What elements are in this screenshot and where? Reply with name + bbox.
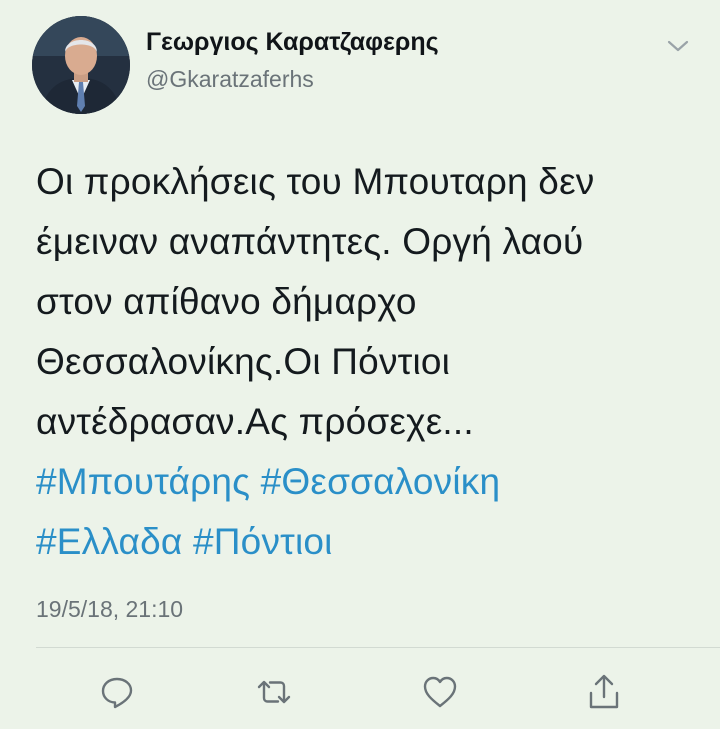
author-name[interactable]: Γεωργιος Καρατζαφερης — [146, 28, 439, 57]
tweet-text-line: στον απίθανο δήμαρχο — [36, 281, 417, 322]
divider — [36, 647, 720, 648]
like-button[interactable] — [420, 672, 460, 712]
tweet-timestamp: 19/5/18, 21:10 — [36, 596, 184, 622]
tweet-card: Γεωργιος Καρατζαφερης @Gkaratzaferhs Οι … — [0, 0, 720, 729]
hashtag-link[interactable]: #Θεσσαλονίκη — [261, 461, 501, 502]
tweet-text-line: έμειναν αναπάντητες. Οργή λαού — [36, 221, 584, 262]
hashtag-link[interactable]: #Ελλαδα — [36, 521, 182, 562]
retweet-button[interactable] — [254, 672, 294, 712]
hashtag-link[interactable]: #Πόντιοι — [193, 521, 333, 562]
share-icon — [589, 674, 619, 709]
tweet-text-line: Θεσσαλονίκης.Οι Πόντιοι — [36, 341, 451, 382]
tweet-text: Οι προκλήσεις του Μπουταρη δεν έμειναν α… — [36, 152, 696, 572]
reply-button[interactable] — [97, 672, 137, 712]
hashtag-line: #Ελλαδα #Πόντιοι — [36, 512, 696, 572]
author-handle[interactable]: @Gkaratzaferhs — [146, 66, 314, 93]
retweet-icon — [257, 680, 291, 704]
tweet-text-line: Οι προκλήσεις του Μπουταρη δεν — [36, 161, 595, 202]
reply-icon — [101, 677, 133, 709]
heart-icon — [423, 676, 457, 708]
share-button[interactable] — [584, 672, 624, 712]
hashtag-link[interactable]: #Μπουτάρης — [36, 461, 250, 502]
chevron-down-icon[interactable] — [664, 36, 692, 56]
hashtag-line: #Μπουτάρης #Θεσσαλονίκη — [36, 452, 696, 512]
tweet-text-line: αντέδρασαν.Ας πρόσεχε... — [36, 401, 474, 442]
avatar[interactable] — [32, 16, 130, 114]
